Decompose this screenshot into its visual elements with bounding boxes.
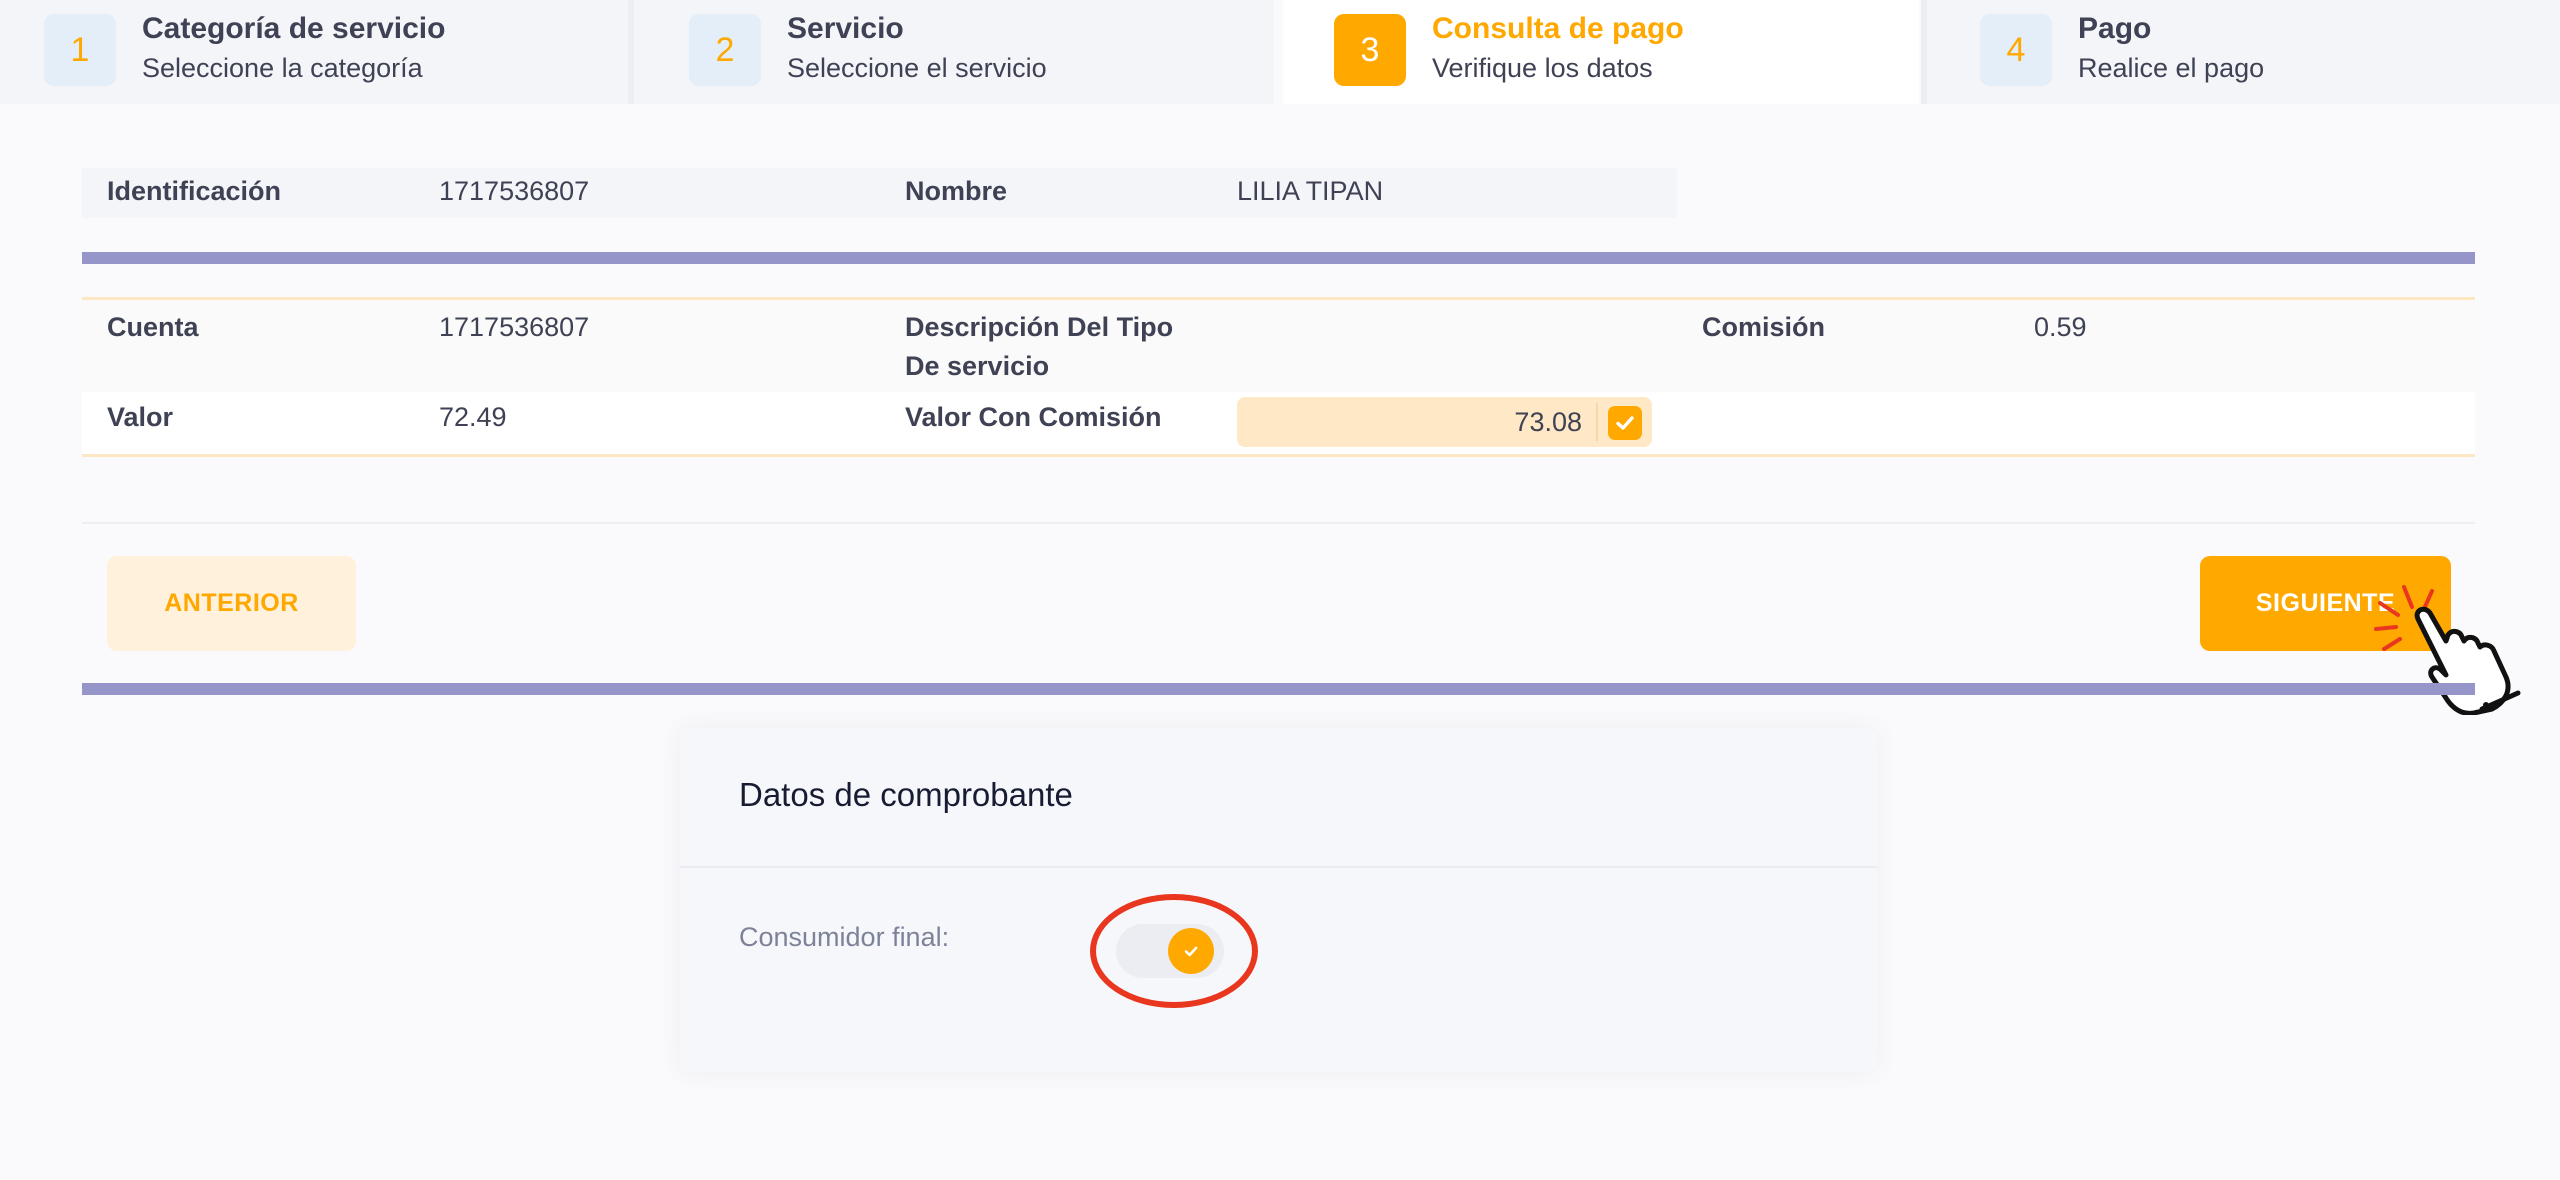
account-value: 1717536807 [439,312,590,342]
step-subtitle: Verifique los datos [1432,53,1653,83]
step-4[interactable]: 4 Pago Realice el pago [1927,0,2560,104]
step-subtitle: Seleccione el servicio [787,53,1047,83]
check-icon [1616,416,1634,430]
final-consumer-label: Consumidor final: [739,922,950,952]
step-title: Categoría de servicio [142,12,446,45]
amount-with-fee-label: Valor Con Comisión [905,402,1162,432]
step-title: Servicio [787,12,904,45]
amount-with-fee-field[interactable]: 73.08 [1237,397,1652,447]
receipt-card-title: Datos de comprobante [739,776,1073,813]
step-2[interactable]: 2 Servicio Seleccione el servicio [634,0,1274,104]
section-divider [82,252,2475,264]
previous-button[interactable]: ANTERIOR [107,556,356,651]
client-info-row [82,168,1677,218]
receipt-card: Datos de comprobante Consumidor final: [680,728,1877,1072]
actions-divider [82,522,2475,524]
pointer-hand-icon [2374,585,2521,715]
name-label: Nombre [905,176,1008,206]
account-label: Cuenta [107,312,199,342]
step-number: 1 [44,14,116,86]
amount-value: 72.49 [439,402,507,432]
highlight-annotation [1090,894,1258,1008]
input-addon-divider [1596,403,1598,441]
amount-with-fee-value: 73.08 [1514,407,1582,437]
section-divider [82,683,2475,695]
stepper: 1 Categoría de servicio Seleccione la ca… [0,0,2560,104]
step-1[interactable]: 1 Categoría de servicio Seleccione la ca… [0,0,628,104]
fee-value: 0.59 [2034,312,2087,342]
step-number: 4 [1980,14,2052,86]
step-subtitle: Realice el pago [2078,53,2265,83]
step-3[interactable]: 3 Consulta de pago Verifique los datos [1283,0,1919,104]
amount-label: Valor [107,402,174,432]
step-number: 3 [1334,14,1406,86]
step-subtitle: Seleccione la categoría [142,53,423,83]
service-description-label-cont: De servicio [905,351,1050,381]
id-value: 1717536807 [439,176,590,206]
step-title: Pago [2078,12,2152,45]
name-value: LILIA TIPAN [1237,176,1384,206]
step-title: Consulta de pago [1432,12,1684,45]
id-label: Identificación [107,176,282,206]
step-number: 2 [689,14,761,86]
service-description-label: Descripción Del Tipo [905,312,1174,342]
card-divider [680,866,1877,868]
amount-with-fee-checkbox[interactable] [1608,406,1642,440]
fee-label: Comisión [1702,312,1826,342]
